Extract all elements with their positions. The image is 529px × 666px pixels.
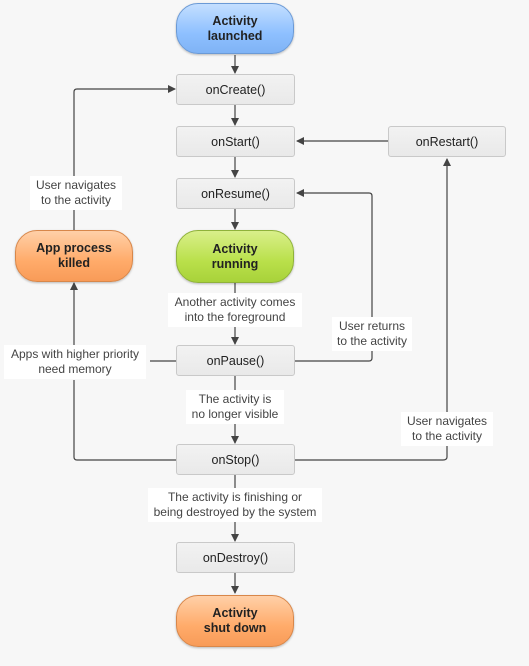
edge-onstop-killed [73, 380, 176, 461]
callback-onpause-label: onPause() [206, 353, 265, 368]
state-activity-launched-label: Activity launched [207, 13, 263, 43]
edge-label-another-activity: Another activity comes into the foregrou… [168, 293, 302, 327]
callback-onresume[interactable]: onResume() [176, 178, 295, 209]
callback-onresume-label: onResume() [201, 186, 270, 201]
edge-label-navigate-after-stop: User navigates to the activity [401, 412, 493, 446]
state-activity-running[interactable]: Activity running [176, 230, 294, 283]
callback-onstop[interactable]: onStop() [176, 444, 295, 475]
state-activity-shut-down-label: Activity shut down [203, 606, 267, 635]
state-app-process-killed-label: App process killed [36, 241, 112, 270]
edge-label-no-longer-visible: The activity is no longer visible [186, 390, 284, 424]
callback-onrestart[interactable]: onRestart() [388, 126, 506, 157]
state-activity-running-label: Activity running [211, 241, 259, 271]
edge-label-higher-priority: Apps with higher priority need memory [4, 345, 146, 379]
edge-label-user-returns: User returns to the activity [332, 317, 412, 351]
callback-oncreate-label: onCreate() [205, 82, 266, 97]
callback-onstart[interactable]: onStart() [176, 126, 295, 157]
edge-label-finishing: The activity is finishing or being destr… [148, 488, 322, 522]
state-activity-launched[interactable]: Activity launched [176, 3, 294, 54]
callback-onstart-label: onStart() [211, 134, 260, 149]
state-app-process-killed[interactable]: App process killed [15, 230, 133, 282]
state-activity-shut-down[interactable]: Activity shut down [176, 595, 294, 647]
callback-onrestart-label: onRestart() [415, 134, 479, 149]
callback-ondestroy[interactable]: onDestroy() [176, 542, 295, 573]
callback-ondestroy-label: onDestroy() [202, 550, 269, 565]
callback-oncreate[interactable]: onCreate() [176, 74, 295, 105]
callback-onstop-label: onStop() [211, 452, 260, 467]
callback-onpause[interactable]: onPause() [176, 345, 295, 376]
edge-label-navigate-after-kill: User navigates to the activity [30, 176, 122, 210]
